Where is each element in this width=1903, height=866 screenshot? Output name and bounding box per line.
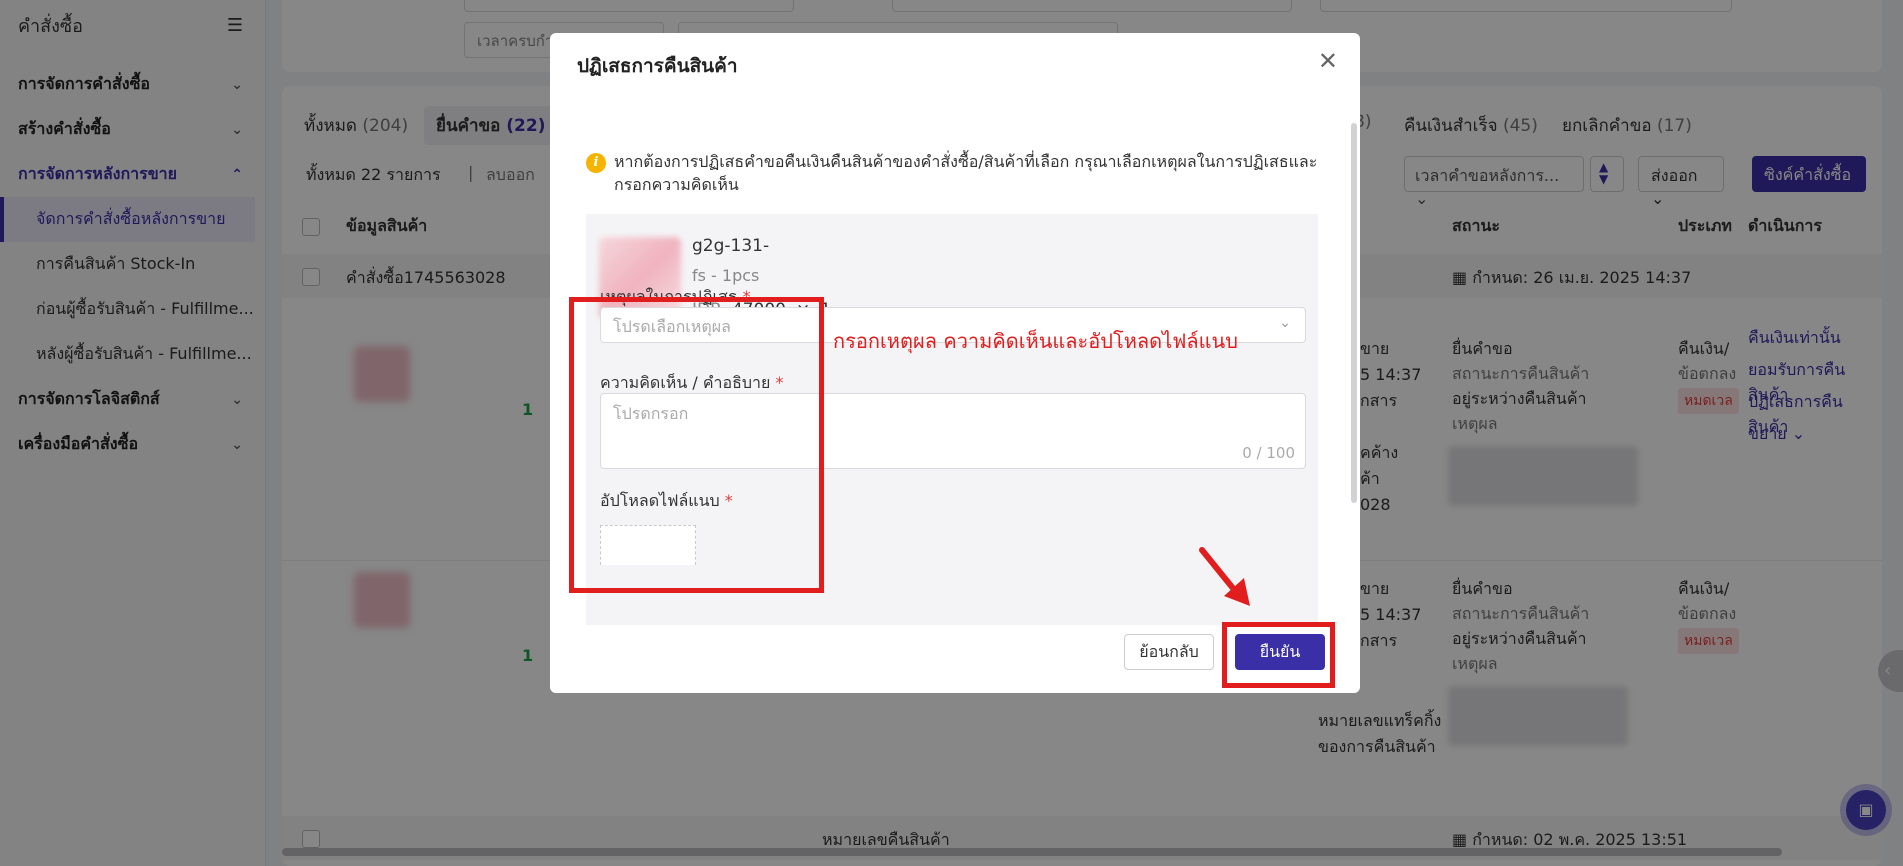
product-name: g2g-131- [692, 236, 770, 256]
chevron-down-icon: ⌄ [1279, 315, 1291, 331]
dialog-title: ปฏิเสธการคืนสินค้า [577, 55, 738, 77]
back-button[interactable]: ย้อนกลับ [1124, 634, 1214, 670]
dialog-scrollbar[interactable] [1351, 123, 1357, 503]
product-variant: fs - 1pcs [692, 266, 760, 285]
annotation-highlight-confirm [1222, 622, 1335, 688]
close-icon[interactable]: ✕ [1318, 47, 1338, 75]
annotation-arrow-icon [1199, 547, 1250, 606]
info-icon: i [586, 153, 606, 173]
annotation-highlight-form [569, 297, 824, 593]
annotation-text: กรอกเหตุผล ความคิดเห็นและอัปโหลดไฟล์แนบ [833, 329, 1238, 353]
dialog-instructions: หากต้องการปฏิเสธคำขอคืนเงินคืนสินค้าของค… [614, 152, 1318, 194]
character-counter: 0 / 100 [1242, 444, 1295, 462]
